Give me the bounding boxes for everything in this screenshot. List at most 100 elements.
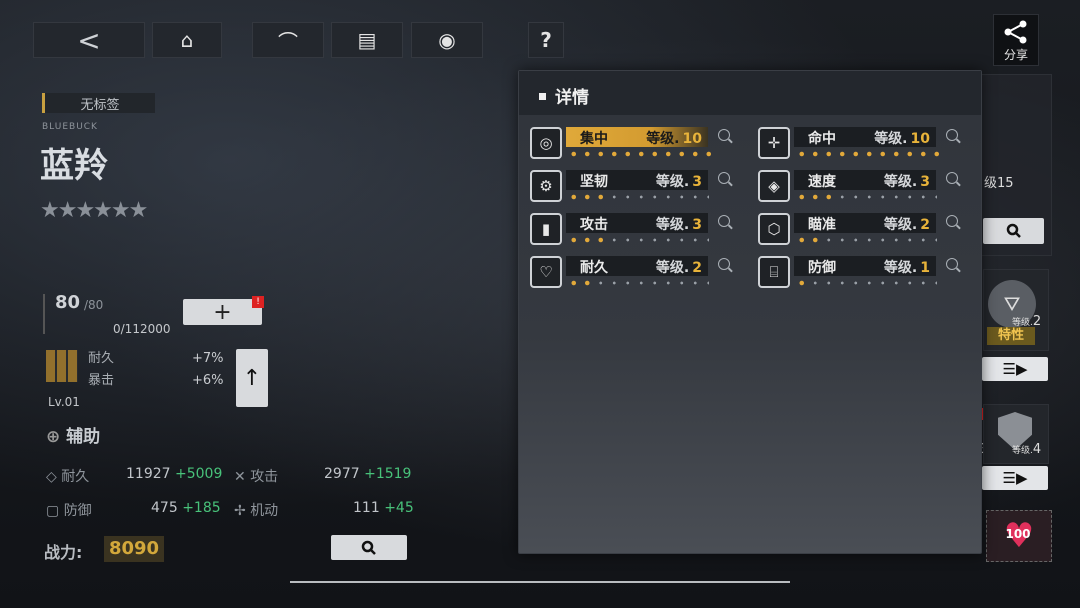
- skill-name: 命中: [808, 131, 836, 147]
- skill-name: 攻击: [580, 217, 608, 233]
- skill-icon: ♡: [530, 256, 562, 288]
- skill-name: 坚韧: [580, 174, 608, 190]
- role-icon: ⊕: [46, 427, 67, 447]
- module-bonuses: 耐久 +7% 暴击 +6%: [88, 348, 228, 392]
- help-button[interactable]: ?: [528, 22, 564, 58]
- skill-icon: ⚙: [530, 170, 562, 202]
- skill-level: 等级. 2: [883, 217, 930, 233]
- power-label: 战力:: [44, 543, 83, 562]
- level-value: 80: [55, 292, 81, 313]
- hanger-icon: ⌒: [278, 29, 298, 54]
- skill-row[interactable]: ▮ 攻击 等级. 3: [530, 213, 730, 249]
- zoom-icon[interactable]: [718, 215, 730, 227]
- inspect-button[interactable]: [331, 535, 407, 560]
- skill-level: 等级. 10: [646, 131, 702, 147]
- magnifier-icon: [361, 540, 376, 555]
- skill-row[interactable]: ◈ 速度 等级. 3: [758, 170, 958, 206]
- power-value: 8090: [104, 536, 164, 562]
- stat-durability-label: ◇ 耐久: [46, 469, 90, 485]
- skill-row[interactable]: ✛ 命中 等级. 10: [758, 127, 958, 163]
- gear-module-icon[interactable]: [46, 350, 78, 382]
- skill-row[interactable]: ♡ 耐久 等级. 2: [530, 256, 730, 292]
- skill-icon: ⬡: [758, 213, 790, 245]
- share-button[interactable]: 分享: [993, 14, 1039, 66]
- skill-progress-filled: [795, 150, 944, 158]
- zoom-icon[interactable]: [718, 129, 730, 141]
- skill-progress-filled: [567, 236, 608, 244]
- upgrade-button[interactable]: ↑: [236, 349, 268, 407]
- right-partial-level: 级15: [984, 176, 1014, 191]
- skill-level: 等级. 2: [655, 260, 702, 276]
- skill-bar: 攻击 等级. 3: [566, 213, 708, 233]
- skill-icon: ▮: [530, 213, 562, 245]
- gamepad-icon: ◉: [438, 28, 456, 52]
- skill-bar: 速度 等级. 3: [794, 170, 936, 190]
- level-max: /80: [84, 298, 104, 312]
- magnifier-icon: [1006, 223, 1021, 238]
- zoom-icon[interactable]: [946, 129, 958, 141]
- skill-progress-filled: [795, 236, 822, 244]
- skill-progress-filled: [567, 279, 594, 287]
- up-arrow-icon: ↑: [242, 365, 262, 391]
- skill-progress-dots: [795, 279, 937, 287]
- mod-label: 耐久: [88, 351, 115, 366]
- skill-row[interactable]: ⬡ 瞄准 等级. 2: [758, 213, 958, 249]
- skill-level: 等级. 3: [655, 217, 702, 233]
- skill-icon: ✛: [758, 127, 790, 159]
- skill-progress-filled: [567, 150, 716, 158]
- wardrobe-button[interactable]: ⌒: [252, 22, 324, 58]
- skill-level: 等级. 3: [655, 174, 702, 190]
- skill-bar: 命中 等级. 10: [794, 127, 936, 147]
- skill-progress-filled: [795, 193, 836, 201]
- skill-icon: ◈: [758, 170, 790, 202]
- stat-defense-value: 475 +185: [151, 500, 221, 516]
- skill-name: 防御: [808, 260, 836, 276]
- character-tag[interactable]: 无标签: [42, 93, 155, 113]
- skill-level: 等级. 10: [874, 131, 930, 147]
- plus-icon: +: [213, 299, 232, 325]
- skill-row[interactable]: ⌸ 防御 等级. 1: [758, 256, 958, 292]
- skill-name: 瞄准: [808, 217, 836, 233]
- mod-value: +7%: [192, 351, 224, 366]
- affection-value: 100: [1005, 527, 1031, 541]
- level-up-button[interactable]: +: [183, 299, 262, 325]
- stat-mobility-value: 111 +45: [353, 500, 414, 516]
- document-icon: ▤: [357, 28, 377, 52]
- gamepad-button[interactable]: ◉: [411, 22, 483, 58]
- skill-row[interactable]: ◎ 集中 等级. 10: [530, 127, 730, 163]
- stat-attack-value: 2977 +1519: [324, 466, 412, 482]
- stat-mobility-label: ✢ 机动: [234, 503, 279, 519]
- character-name: 蓝羚: [40, 146, 108, 186]
- home-icon: ⌂: [180, 28, 194, 52]
- skill-name: 速度: [808, 174, 836, 190]
- skill-level: 等级. 3: [883, 174, 930, 190]
- share-icon: [1004, 20, 1027, 44]
- skill-bar: 坚韧 等级. 3: [566, 170, 708, 190]
- skill-name: 耐久: [580, 260, 608, 276]
- zoom-icon[interactable]: [718, 258, 730, 270]
- mod-value: +6%: [192, 373, 224, 388]
- zoom-icon[interactable]: [946, 172, 958, 184]
- skill-bar: 耐久 等级. 2: [566, 256, 708, 276]
- trait-detail-button[interactable]: ☰▶: [982, 357, 1048, 381]
- skill-progress-filled: [567, 193, 608, 201]
- skill-row[interactable]: ⚙ 坚韧 等级. 3: [530, 170, 730, 206]
- trait-label: 特性: [987, 327, 1035, 345]
- back-icon: <: [77, 23, 101, 57]
- right-inspect-button[interactable]: [983, 218, 1044, 244]
- zoom-icon[interactable]: [946, 258, 958, 270]
- skill-icon: ◎: [530, 127, 562, 159]
- page-scrollbar[interactable]: [290, 581, 790, 583]
- list-arrow-icon: ☰▶: [1002, 469, 1028, 487]
- home-button[interactable]: ⌂: [152, 22, 222, 58]
- document-button[interactable]: ▤: [331, 22, 403, 58]
- skill-progress-filled: [795, 279, 809, 287]
- rarity-stars: ★★★★★★: [40, 198, 148, 223]
- zoom-icon[interactable]: [718, 172, 730, 184]
- skill-level: 等级. 1: [883, 260, 930, 276]
- back-button[interactable]: <: [33, 22, 145, 58]
- skill-bar: 集中 等级. 10: [566, 127, 708, 147]
- shield-detail-button[interactable]: ☰▶: [982, 466, 1048, 490]
- zoom-icon[interactable]: [946, 215, 958, 227]
- detail-title: 详情: [539, 83, 589, 108]
